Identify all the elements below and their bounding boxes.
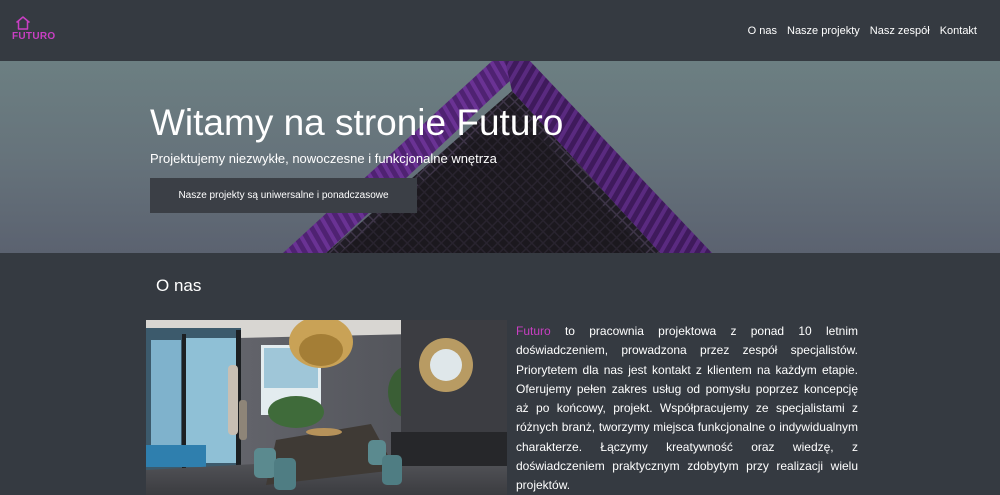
main-nav: O nas Nasze projekty Nasz zespół Kontakt	[748, 24, 977, 38]
projects-cta-button[interactable]: Nasze projekty są uniwersalne i ponadcza…	[150, 178, 417, 213]
logo-link[interactable]: FUTURO	[12, 16, 56, 44]
about-description: Futuro to pracownia projektowa z ponad 1…	[516, 322, 858, 495]
interior-photo	[146, 320, 507, 495]
nav-link-contact[interactable]: Kontakt	[940, 24, 977, 38]
brand-name: Futuro	[516, 324, 551, 338]
site-header: FUTURO O nas Nasze projekty Nasz zespół …	[0, 0, 1000, 61]
nav-link-projects[interactable]: Nasze projekty	[787, 24, 860, 38]
dining-room-image	[146, 320, 507, 495]
about-section-title: O nas	[156, 276, 202, 295]
nav-link-team[interactable]: Nasz zespół	[870, 24, 930, 38]
hero-title: Witamy na stronie Futuro	[150, 102, 564, 143]
hero-subtitle: Projektujemy niezwykłe, nowoczesne i fun…	[150, 151, 497, 166]
nav-link-about[interactable]: O nas	[748, 24, 777, 38]
about-body-text: to pracownia projektowa z ponad 10 letni…	[516, 324, 858, 493]
hero-banner: Witamy na stronie Futuro Projektujemy ni…	[0, 61, 1000, 253]
logo-text: FUTURO	[12, 31, 56, 42]
house-logo-icon	[16, 16, 30, 30]
